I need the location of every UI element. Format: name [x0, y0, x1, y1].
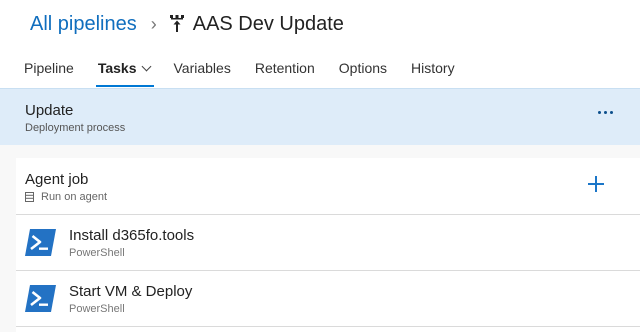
tab-options[interactable]: Options — [339, 60, 387, 88]
tab-variables[interactable]: Variables — [174, 60, 231, 88]
all-pipelines-link[interactable]: All pipelines — [30, 13, 137, 36]
task-row[interactable]: Install d365fo.tools PowerShell — [16, 215, 640, 271]
stage-process-item[interactable]: Update Deployment process — [0, 88, 640, 145]
breadcrumb: All pipelines › AAS Dev Update — [30, 11, 344, 37]
server-icon — [25, 192, 34, 202]
tab-history[interactable]: History — [411, 60, 455, 88]
powershell-icon — [25, 285, 56, 312]
tab-tasks-label: Tasks — [97, 60, 137, 76]
tab-tasks[interactable]: Tasks — [95, 60, 154, 88]
stage-title: Update — [25, 102, 74, 119]
pipeline-name: AAS Dev Update — [192, 12, 344, 35]
stage-subtitle: Deployment process — [25, 122, 126, 134]
task-title: Install d365fo.tools — [69, 227, 195, 244]
agent-job-row[interactable]: Agent job Run on agent — [16, 158, 640, 215]
add-task-icon[interactable] — [588, 176, 604, 192]
powershell-icon — [25, 229, 56, 256]
tab-pipeline[interactable]: Pipeline — [24, 60, 74, 88]
more-actions-icon[interactable] — [598, 111, 613, 114]
tab-retention[interactable]: Retention — [255, 60, 315, 88]
task-type: PowerShell — [69, 303, 125, 315]
tab-bar: Pipeline Tasks Variables Retention Optio… — [24, 60, 479, 88]
chevron-down-icon — [141, 61, 151, 72]
page-header: All pipelines › AAS Dev Update Pipeline … — [0, 0, 640, 88]
pipeline-release-icon — [169, 15, 184, 32]
task-row[interactable]: Start VM & Deploy PowerShell — [16, 271, 640, 327]
task-type: PowerShell — [69, 247, 125, 259]
task-panel: Agent job Run on agent Install d365fo.to… — [16, 158, 640, 332]
task-title: Start VM & Deploy — [69, 283, 193, 300]
agent-job-subtitle-row: Run on agent — [25, 191, 107, 203]
agent-job-subtitle: Run on agent — [41, 191, 108, 203]
agent-job-title: Agent job — [25, 171, 89, 188]
breadcrumb-separator: › — [150, 13, 157, 34]
